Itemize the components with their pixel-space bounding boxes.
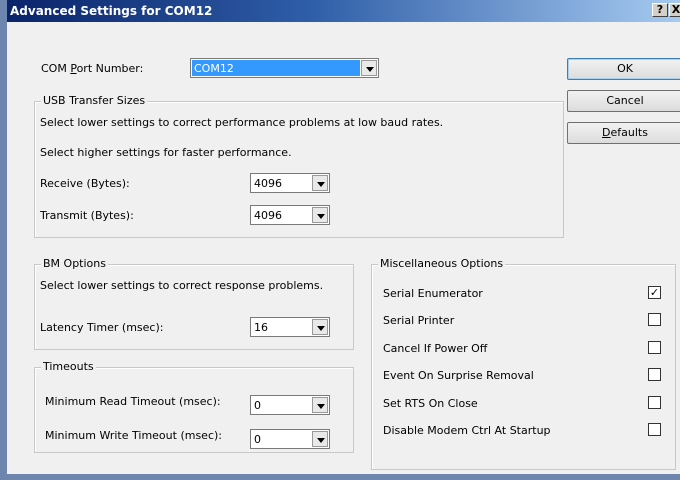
option-label-serial-printer: Serial Printer <box>383 314 455 327</box>
option-label-event-on-surprise-removal: Event On Surprise Removal <box>383 369 534 382</box>
timeouts-legend: Timeouts <box>41 360 96 373</box>
chevron-down-icon[interactable] <box>312 397 328 413</box>
option-label-set-rts-on-close: Set RTS On Close <box>383 397 478 410</box>
bm-options-group: BM Options Select lower settings to corr… <box>34 257 354 350</box>
write-timeout-label: Minimum Write Timeout (msec): <box>45 429 222 442</box>
com-port-select[interactable]: COM12 <box>190 58 379 78</box>
title-bar[interactable]: Advanced Settings for COM12 ? X <box>7 0 680 22</box>
help-button[interactable]: ? <box>652 3 668 17</box>
usb-hint-low: Select lower settings to correct perform… <box>40 116 444 129</box>
checkbox-set-rts-on-close[interactable] <box>648 396 661 409</box>
transmit-value: 4096 <box>254 209 282 222</box>
usb-transfer-group: USB Transfer Sizes Select lower settings… <box>34 94 564 238</box>
latency-label: Latency Timer (msec): <box>40 321 164 334</box>
receive-value: 4096 <box>254 177 282 190</box>
option-label-cancel-if-power-off: Cancel If Power Off <box>383 342 488 355</box>
chevron-down-icon[interactable] <box>312 207 328 223</box>
option-label-disable-modem-ctrl: Disable Modem Ctrl At Startup <box>383 424 551 437</box>
read-timeout-label: Minimum Read Timeout (msec): <box>45 395 221 408</box>
bm-hint: Select lower settings to correct respons… <box>40 279 324 292</box>
checkbox-serial-printer[interactable] <box>648 313 661 326</box>
checkbox-serial-enumerator[interactable]: ✓ <box>648 286 661 299</box>
read-timeout-value: 0 <box>254 399 261 412</box>
checkbox-disable-modem-ctrl[interactable] <box>648 423 661 436</box>
transmit-label: Transmit (Bytes): <box>40 209 134 222</box>
defaults-button[interactable]: Defaults <box>567 122 680 144</box>
com-port-value: COM12 <box>192 60 360 76</box>
com-port-label: COM Port Number: <box>41 62 144 75</box>
option-label-serial-enumerator: Serial Enumerator <box>383 287 483 300</box>
chevron-down-icon[interactable] <box>312 319 328 335</box>
usb-transfer-legend: USB Transfer Sizes <box>41 94 148 107</box>
cancel-button[interactable]: Cancel <box>567 90 680 112</box>
timeouts-group: Timeouts Minimum Read Timeout (msec): 0 … <box>34 360 354 453</box>
latency-value: 16 <box>254 321 268 334</box>
dialog-window: Advanced Settings for COM12 ? X COM Port… <box>0 0 680 480</box>
window-title: Advanced Settings for COM12 <box>10 4 213 18</box>
checkbox-cancel-if-power-off[interactable] <box>648 341 661 354</box>
chevron-down-icon[interactable] <box>312 175 328 191</box>
transmit-select[interactable]: 4096 <box>250 205 330 225</box>
read-timeout-select[interactable]: 0 <box>250 395 330 415</box>
checkbox-event-on-surprise-removal[interactable] <box>648 368 661 381</box>
chevron-down-icon[interactable] <box>361 60 377 76</box>
ok-button[interactable]: OK <box>567 58 680 80</box>
misc-options-group: Miscellaneous Options Serial Enumerator … <box>371 257 676 470</box>
misc-options-legend: Miscellaneous Options <box>378 257 506 270</box>
chevron-down-icon[interactable] <box>312 431 328 447</box>
bm-options-legend: BM Options <box>41 257 108 270</box>
write-timeout-select[interactable]: 0 <box>250 429 330 449</box>
receive-select[interactable]: 4096 <box>250 173 330 193</box>
receive-label: Receive (Bytes): <box>40 177 130 190</box>
close-button[interactable]: X <box>669 3 680 17</box>
usb-hint-high: Select higher settings for faster perfor… <box>40 146 292 159</box>
latency-select[interactable]: 16 <box>250 317 330 337</box>
write-timeout-value: 0 <box>254 433 261 446</box>
